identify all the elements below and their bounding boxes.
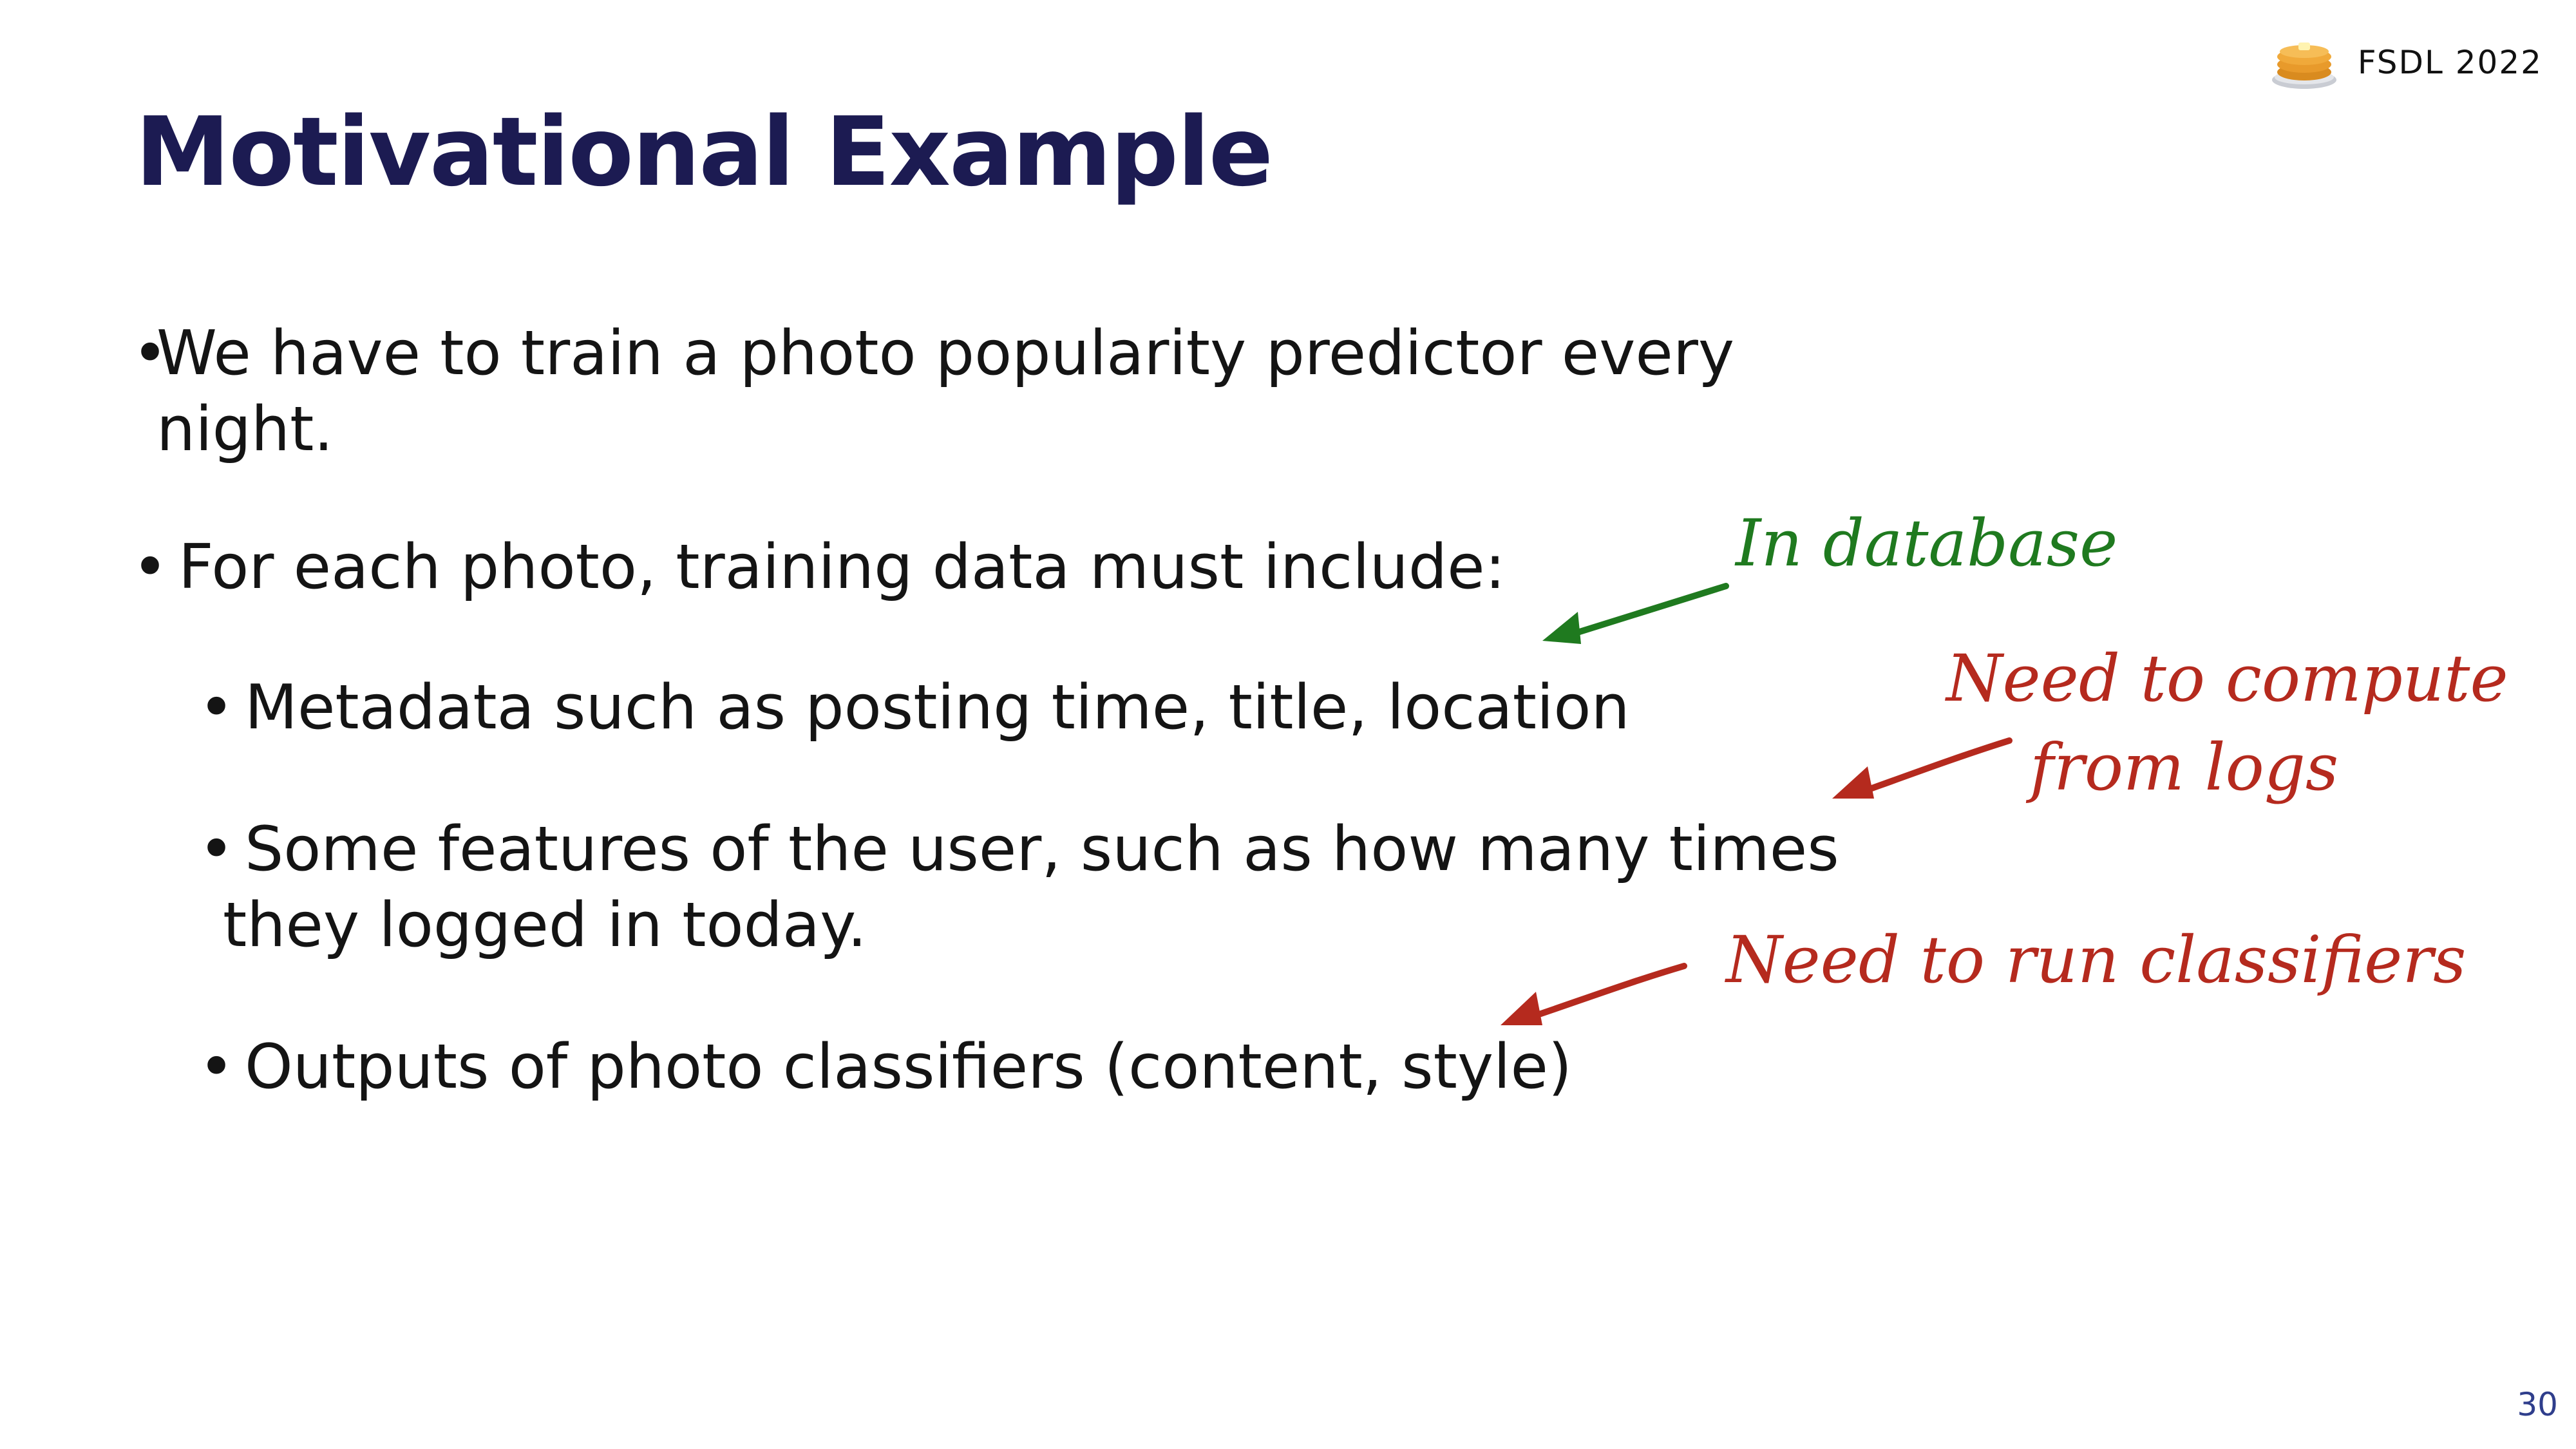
green-arrow <box>1542 583 1729 644</box>
bullet-2-text: For each photo, training data must inclu… <box>178 532 1506 603</box>
bullet-1: •We have to train a photo popularity pre… <box>132 316 1871 468</box>
sub-bullet-3-text: Outputs of photo classifiers (content, s… <box>245 1032 1572 1103</box>
pancake-stack-icon <box>2271 43 2336 89</box>
page-number: 30 <box>2517 1386 2558 1423</box>
bullet-dot: • <box>198 1032 235 1103</box>
annotation-need-classifiers: Need to run classifiers <box>1726 922 2467 998</box>
sub-bullet-2: • Some features of the user, such as how … <box>198 811 1839 963</box>
bullet-dot: • <box>198 672 235 743</box>
bullet-dot: • <box>198 814 235 885</box>
red-arrow-classifiers <box>1501 963 1687 1025</box>
annotation-need-compute-line1: Need to compute <box>1946 641 2508 716</box>
sub-bullet-2-line2: they logged in today. <box>223 890 867 961</box>
slide: FSDL 2022 Motivational Example •We have … <box>0 0 2576 1449</box>
bullet-2: • For each photo, training data must incl… <box>132 529 1506 605</box>
bullet-dot: • <box>132 318 169 389</box>
bullet-dot: • <box>132 532 169 603</box>
annotation-in-database: In database <box>1736 506 2118 581</box>
sub-bullet-1-text: Metadata such as posting time, title, lo… <box>245 672 1630 743</box>
annotation-need-compute: Need to compute from logs <box>1946 634 2508 812</box>
sub-bullet-2-line1: Some features of the user, such as how m… <box>245 814 1839 885</box>
brand-label: FSDL 2022 <box>2357 44 2543 81</box>
bullet-1-line2: night. <box>156 394 334 465</box>
sub-bullet-1: • Metadata such as posting time, title, l… <box>198 670 1630 746</box>
annotation-need-compute-line2: from logs <box>2030 730 2339 805</box>
sub-bullet-3: • Outputs of photo classifiers (content, … <box>198 1029 1572 1105</box>
brand-header: FSDL 2022 <box>2269 33 2543 91</box>
bullet-1-line1: We have to train a photo popularity pred… <box>156 318 1735 389</box>
slide-title: Motivational Example <box>135 97 1273 207</box>
